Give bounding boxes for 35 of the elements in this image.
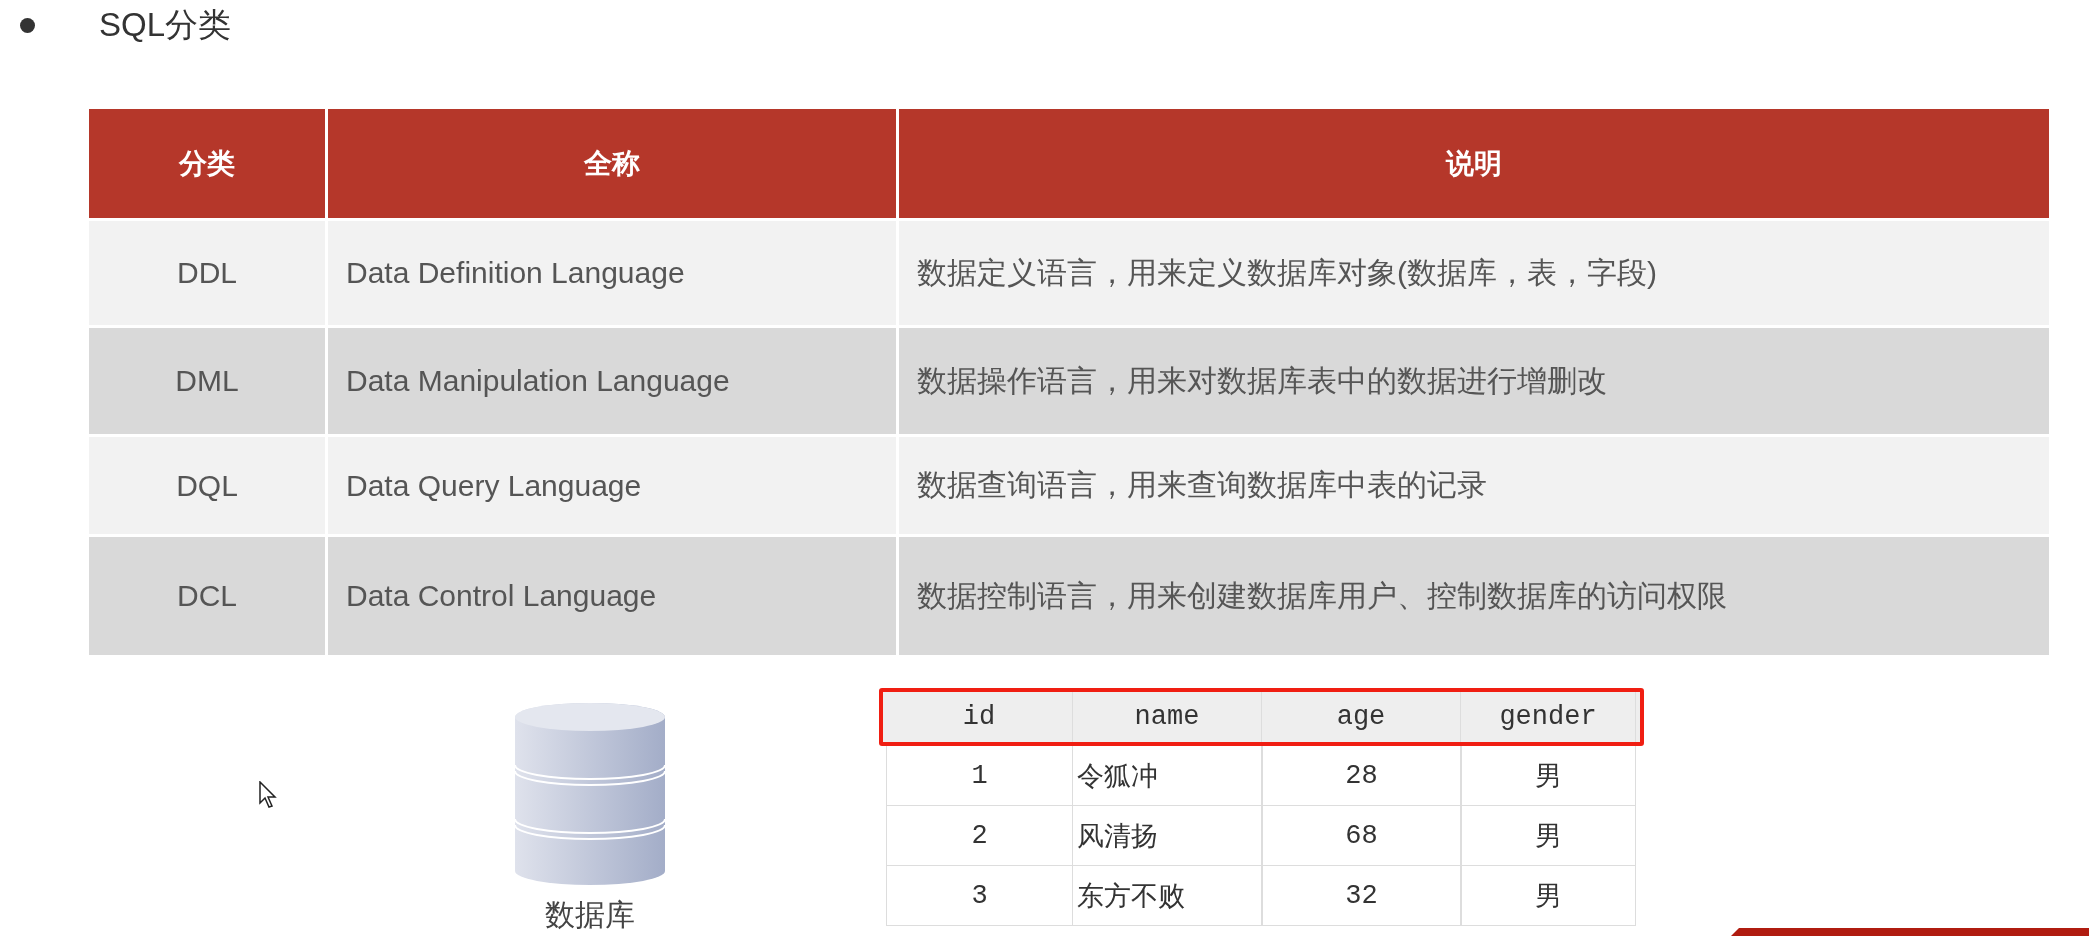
- table-cell: Data Definition Language: [328, 221, 899, 328]
- table-cell: 68: [1262, 806, 1461, 866]
- table-cell: 男: [1461, 806, 1636, 866]
- column-header: 说明: [899, 109, 2052, 221]
- column-header: age: [1262, 692, 1461, 742]
- table-cell: 2: [886, 806, 1073, 866]
- table-cell: Data Manipulation Language: [328, 328, 899, 437]
- table-cell: 数据定义语言，用来定义数据库对象(数据库，表，字段): [899, 221, 2052, 328]
- table-cell: 32: [1262, 866, 1461, 926]
- column-header: name: [1073, 692, 1262, 742]
- table-cell: 令狐冲: [1073, 746, 1262, 806]
- table-cell: DQL: [89, 437, 328, 537]
- column-header: gender: [1461, 692, 1636, 742]
- table-cell: 男: [1461, 746, 1636, 806]
- database-label: 数据库: [545, 897, 635, 933]
- table-cell: Data Control Language: [328, 537, 899, 658]
- table-cell: 28: [1262, 746, 1461, 806]
- table-cell: 数据控制语言，用来创建数据库用户、控制数据库的访问权限: [899, 537, 2052, 658]
- table-cell: DDL: [89, 221, 328, 328]
- table-cell: 数据查询语言，用来查询数据库中表的记录: [899, 437, 2052, 537]
- table-cell: 男: [1461, 866, 1636, 926]
- column-header: 全称: [328, 109, 899, 221]
- table-cell: 风清扬: [1073, 806, 1262, 866]
- table-cell: DCL: [89, 537, 328, 658]
- mouse-pointer-icon: [259, 781, 277, 809]
- bullet-icon: [20, 17, 35, 33]
- slide-title: SQL分类: [99, 4, 232, 45]
- table-cell: DML: [89, 328, 328, 437]
- table-cell: 东方不败: [1073, 866, 1262, 926]
- column-header: 分类: [89, 109, 328, 221]
- table-cell: 1: [886, 746, 1073, 806]
- table-cell: Data Query Language: [328, 437, 899, 537]
- table-cell: 3: [886, 866, 1073, 926]
- table-cell: 数据操作语言，用来对数据库表中的数据进行增删改: [899, 328, 2052, 437]
- column-header: id: [886, 692, 1073, 742]
